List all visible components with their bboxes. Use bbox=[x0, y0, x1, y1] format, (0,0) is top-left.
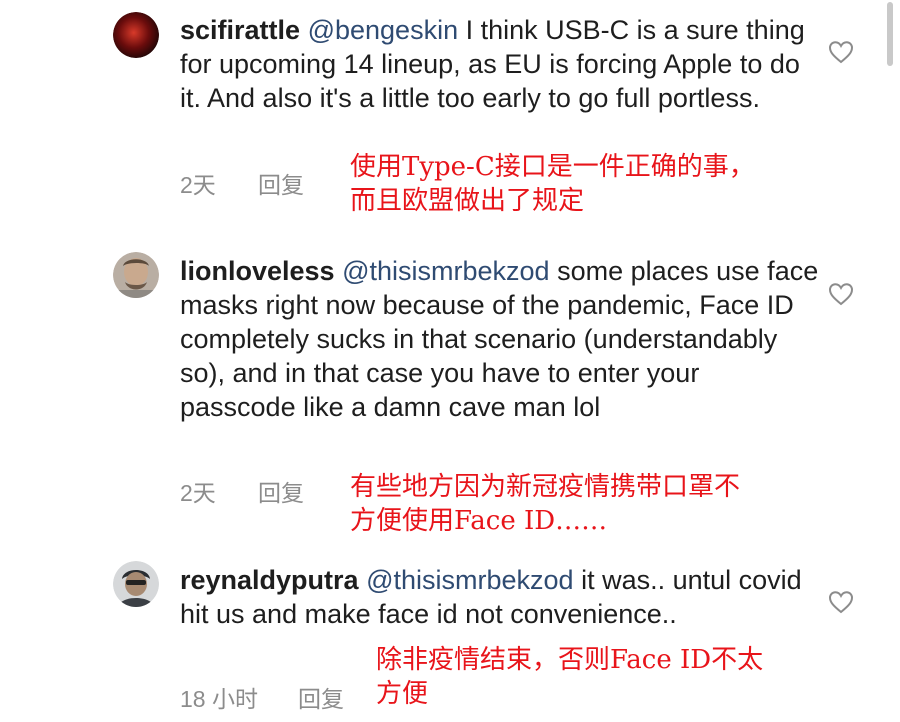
translation-annotation: 使用Type-C接口是一件正确的事， 而且欧盟做出了规定 bbox=[350, 152, 755, 216]
heart-outline-icon[interactable] bbox=[828, 40, 854, 64]
reply-button[interactable]: 回复 bbox=[298, 680, 344, 714]
avatar[interactable] bbox=[113, 12, 159, 58]
heart-outline-icon[interactable] bbox=[828, 590, 854, 614]
comment-meta: 2天 回复 bbox=[180, 474, 304, 508]
avatar[interactable] bbox=[113, 561, 159, 607]
translation-annotation: 除非疫情结束，否则Face ID不太 方便 bbox=[376, 645, 764, 709]
comment-username[interactable]: scifirattle bbox=[180, 15, 300, 45]
comment-username[interactable]: reynaldyputra bbox=[180, 565, 359, 595]
comment-meta: 18 小时 回复 bbox=[180, 680, 344, 714]
reply-button[interactable]: 回复 bbox=[258, 166, 304, 200]
comment-time: 2天 bbox=[180, 172, 216, 198]
heart-outline-icon[interactable] bbox=[828, 282, 854, 306]
comment-mention[interactable]: @thisismrbekzod bbox=[366, 565, 573, 595]
reply-button[interactable]: 回复 bbox=[258, 474, 304, 508]
comment-username[interactable]: lionloveless bbox=[180, 256, 335, 286]
comment-text: lionloveless @thisismrbekzod some places… bbox=[180, 254, 820, 424]
comment-text: scifirattle @bengeskin I think USB-C is … bbox=[180, 13, 820, 115]
comment-mention[interactable]: @bengeskin bbox=[308, 15, 459, 45]
comment-meta: 2天 回复 bbox=[180, 166, 304, 200]
comment-time: 18 小时 bbox=[180, 686, 258, 712]
comment-mention[interactable]: @thisismrbekzod bbox=[342, 256, 549, 286]
translation-annotation: 有些地方因为新冠疫情携带口罩不 方便使用Face ID…… bbox=[350, 472, 741, 536]
comment-text: reynaldyputra @thisismrbekzod it was.. u… bbox=[180, 563, 820, 631]
comment-time: 2天 bbox=[180, 480, 216, 506]
avatar[interactable] bbox=[113, 252, 159, 298]
scrollbar[interactable] bbox=[887, 2, 893, 66]
